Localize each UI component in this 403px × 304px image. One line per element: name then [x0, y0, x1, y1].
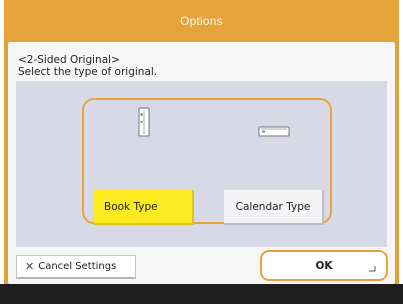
ok-label: OK: [315, 259, 333, 272]
calendar-type-button[interactable]: Calendar Type: [224, 190, 324, 225]
cancel-settings-label: Cancel Settings: [38, 261, 117, 272]
enter-icon: [369, 266, 376, 272]
close-icon: ✕: [25, 260, 35, 273]
dialog-panel: <2-Sided Original> Select the type of or…: [8, 42, 395, 284]
book-type-button[interactable]: Book Type: [94, 190, 194, 225]
title-bar: Options: [4, 0, 399, 42]
options-dialog: Options <2-Sided Original> Select the ty…: [4, 0, 399, 304]
calendar-type-option[interactable]: Calendar Type: [224, 105, 324, 225]
original-type-group: Book Type Calendar Type: [82, 98, 332, 225]
dialog-footer: ✕ Cancel Settings OK: [8, 247, 395, 284]
options-area: Book Type Calendar Type: [16, 81, 387, 247]
instruction-header: <2-Sided Original> Select the type of or…: [18, 42, 388, 82]
ok-button[interactable]: OK: [260, 250, 388, 281]
book-type-option[interactable]: Book Type: [94, 105, 194, 225]
status-bar: [0, 284, 403, 304]
screen: Options <2-Sided Original> Select the ty…: [0, 0, 403, 304]
cancel-settings-button[interactable]: ✕ Cancel Settings: [16, 255, 136, 279]
book-original-icon: [138, 107, 150, 137]
instruction-text: Select the type of original.: [18, 66, 158, 78]
calendar-original-icon: [258, 126, 290, 137]
setting-name: <2-Sided Original>: [18, 54, 120, 66]
dialog-title: Options: [180, 14, 223, 28]
